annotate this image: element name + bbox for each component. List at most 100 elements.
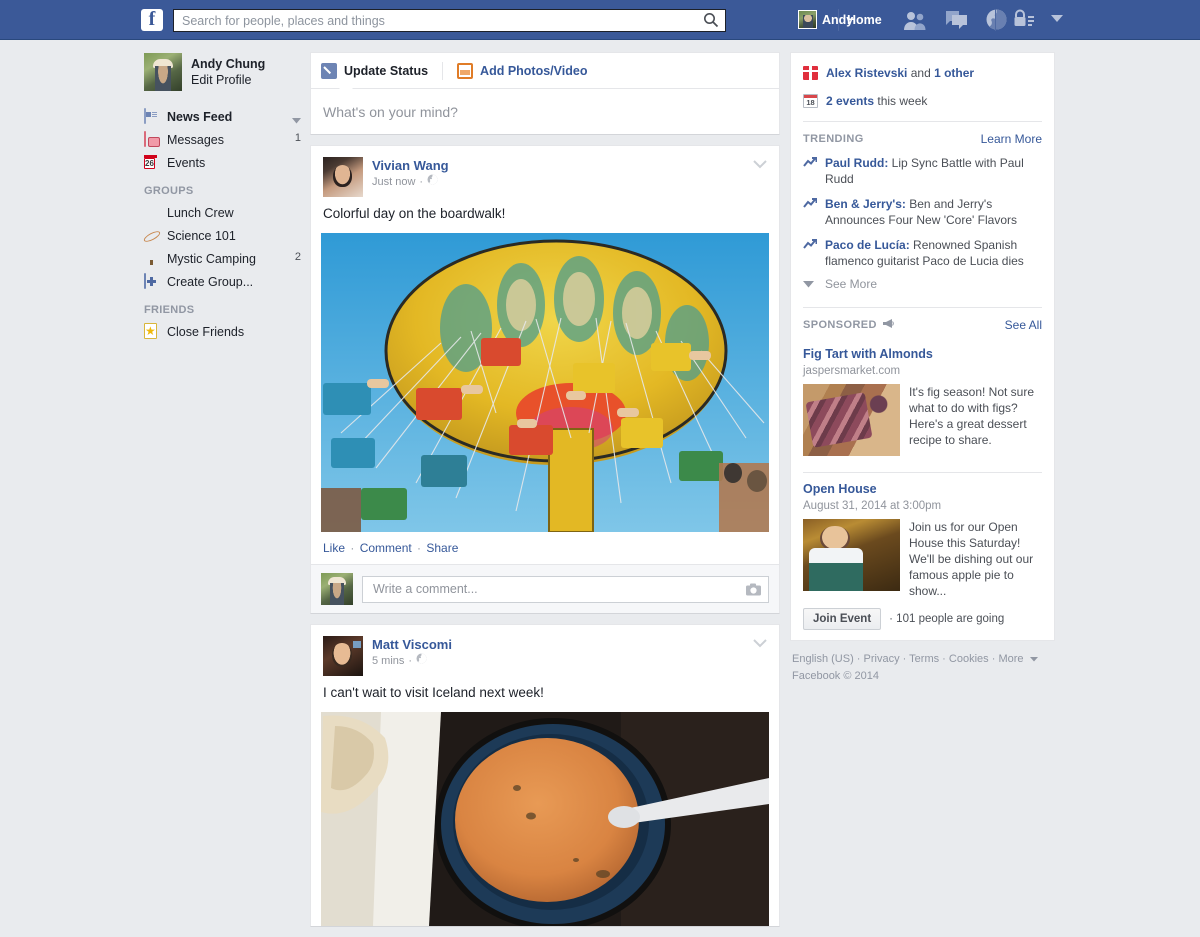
news-feed-icon bbox=[144, 107, 160, 125]
public-globe-icon[interactable] bbox=[427, 174, 438, 190]
events-count-link[interactable]: 2 events bbox=[826, 94, 874, 108]
share-button[interactable]: Share bbox=[426, 541, 458, 555]
privacy-lock-icon[interactable] bbox=[1013, 8, 1035, 31]
sidebar-item-create-group[interactable]: Create Group... bbox=[141, 270, 301, 293]
post-header: Matt Viscomi 5 mins · bbox=[311, 625, 779, 676]
search-bar[interactable] bbox=[173, 9, 726, 32]
sidebar-item-messages[interactable]: Messages 1 bbox=[141, 128, 301, 151]
footer-link-more[interactable]: More bbox=[998, 653, 1023, 665]
sidebar-profile[interactable]: Andy Chung Edit Profile bbox=[141, 52, 301, 91]
friend-requests-icon[interactable] bbox=[903, 9, 927, 34]
ad-attendee-count: · 101 people are going bbox=[889, 613, 1005, 625]
trending-arrow-icon bbox=[803, 198, 818, 228]
post-options-chevron-down-icon[interactable] bbox=[753, 158, 767, 172]
comment-input[interactable] bbox=[371, 576, 760, 602]
ad-image[interactable] bbox=[803, 519, 900, 591]
trending-item[interactable]: Ben & Jerry's: Ben and Jerry's Announces… bbox=[791, 193, 1054, 234]
post-options-chevron-down-icon[interactable] bbox=[753, 637, 767, 651]
footer-copyright: Facebook © 2014 bbox=[792, 670, 879, 682]
avatar[interactable] bbox=[323, 636, 363, 676]
sidebar-item-label: Mystic Camping bbox=[167, 251, 256, 266]
see-more-button[interactable]: See More bbox=[791, 275, 1054, 301]
tab-update-status[interactable]: Update Status bbox=[321, 53, 428, 88]
public-globe-icon[interactable] bbox=[416, 653, 427, 669]
post-author-name[interactable]: Matt Viscomi bbox=[372, 636, 452, 653]
sidebar-edit-profile-link[interactable]: Edit Profile bbox=[191, 72, 265, 89]
sponsored-ad[interactable]: Fig Tart with Almonds jaspersmarket.com … bbox=[791, 338, 1054, 466]
trending-item[interactable]: Paco de Lucía: Renowned Spanish flamenco… bbox=[791, 234, 1054, 275]
chevron-down-icon[interactable] bbox=[292, 113, 301, 127]
post-photo-carousel[interactable] bbox=[321, 233, 769, 532]
chevron-down-icon[interactable] bbox=[1027, 653, 1038, 665]
trending-topic[interactable]: Paul Rudd: bbox=[825, 156, 888, 170]
ad-image[interactable] bbox=[803, 384, 900, 456]
sidebar-item-count: 2 bbox=[294, 251, 301, 263]
search-icon[interactable] bbox=[701, 12, 721, 30]
notifications-globe-icon[interactable] bbox=[985, 8, 1008, 34]
footer-link-terms[interactable]: Terms bbox=[909, 653, 939, 665]
sidebar-item-science-101[interactable]: Science 101 bbox=[141, 224, 301, 247]
ad-title[interactable]: Fig Tart with Almonds bbox=[803, 346, 1042, 363]
trending-item[interactable]: Paul Rudd: Lip Sync Battle with Paul Rud… bbox=[791, 152, 1054, 193]
pencil-icon bbox=[321, 62, 337, 79]
sidebar-item-label: Close Friends bbox=[167, 324, 245, 339]
post-header: Vivian Wang Just now · bbox=[311, 146, 779, 197]
rail-card: Alex Ristevski and 1 other 18 2 events t… bbox=[790, 52, 1055, 641]
sidebar-item-mystic-camping[interactable]: Mystic Camping 2 bbox=[141, 247, 301, 270]
sidebar-item-label: Create Group... bbox=[167, 274, 254, 289]
sidebar-item-events[interactable]: 26 Events bbox=[141, 151, 301, 174]
nav-home-link[interactable]: Home bbox=[847, 13, 882, 27]
account-chevron-down-icon[interactable] bbox=[1049, 12, 1065, 27]
birthday-person-link[interactable]: Alex Ristevski bbox=[826, 66, 907, 80]
footer-links: English (US) · Privacy · Terms · Cookies… bbox=[790, 641, 1055, 685]
post-timestamp[interactable]: 5 mins bbox=[372, 653, 404, 669]
sidebar-item-label: Events bbox=[167, 155, 206, 170]
comment-composer bbox=[311, 565, 779, 613]
events-calendar-icon: 26 bbox=[144, 157, 155, 169]
sidebar-item-close-friends[interactable]: ★ Close Friends bbox=[141, 320, 301, 343]
avatar[interactable] bbox=[323, 157, 363, 197]
left-sidebar: Andy Chung Edit Profile News Feed Messag… bbox=[141, 52, 301, 343]
flower-icon bbox=[144, 205, 160, 221]
trending-topic[interactable]: Ben & Jerry's: bbox=[825, 197, 906, 211]
sidebar-item-label: Messages bbox=[167, 132, 224, 147]
see-all-link[interactable]: See All bbox=[1005, 318, 1042, 332]
facebook-logo-icon[interactable]: f bbox=[141, 9, 163, 31]
sponsored-label: SPONSORED bbox=[803, 318, 895, 332]
learn-more-link[interactable]: Learn More bbox=[981, 132, 1042, 146]
comment-button[interactable]: Comment bbox=[360, 541, 412, 555]
avatar bbox=[321, 573, 353, 605]
post-timestamp[interactable]: Just now bbox=[372, 174, 415, 190]
status-composer: Update Status Add Photos/Video What's on… bbox=[310, 52, 780, 135]
post-author-name[interactable]: Vivian Wang bbox=[372, 157, 449, 174]
ad-title[interactable]: Open House bbox=[803, 481, 1042, 498]
post-photo-soup[interactable] bbox=[321, 712, 769, 926]
ad-body: Join us for our Open House this Saturday… bbox=[803, 519, 1042, 599]
composer-tab-bar: Update Status Add Photos/Video bbox=[311, 53, 779, 89]
tree-icon bbox=[144, 251, 160, 267]
right-rail: Alex Ristevski and 1 other 18 2 events t… bbox=[790, 52, 1055, 685]
post: Matt Viscomi 5 mins · I can't wait to vi… bbox=[310, 624, 780, 927]
like-button[interactable]: Like bbox=[323, 541, 345, 555]
tab-add-photos-video[interactable]: Add Photos/Video bbox=[457, 53, 587, 88]
footer-link-privacy[interactable]: Privacy bbox=[864, 653, 900, 665]
ad-copy: Join us for our Open House this Saturday… bbox=[909, 520, 1034, 598]
comment-input-wrapper[interactable] bbox=[362, 575, 769, 603]
messages-icon[interactable] bbox=[944, 9, 968, 34]
sidebar-item-lunch-crew[interactable]: Lunch Crew bbox=[141, 201, 301, 224]
sidebar-item-news-feed[interactable]: News Feed bbox=[141, 105, 301, 128]
birthday-notice[interactable]: Alex Ristevski and 1 other bbox=[791, 59, 1054, 87]
join-event-button[interactable]: Join Event bbox=[803, 608, 882, 630]
footer-link-cookies[interactable]: Cookies bbox=[949, 653, 989, 665]
trending-topic[interactable]: Paco de Lucía: bbox=[825, 238, 910, 252]
trending-arrow-icon bbox=[803, 239, 818, 269]
camera-icon[interactable] bbox=[746, 583, 761, 599]
events-notice[interactable]: 18 2 events this week bbox=[791, 87, 1054, 115]
status-input[interactable]: What's on your mind? bbox=[311, 89, 779, 134]
footer-link-language[interactable]: English (US) bbox=[792, 653, 854, 665]
nav-profile-link[interactable]: Andy bbox=[798, 10, 853, 29]
sponsored-ad[interactable]: Open House August 31, 2014 at 3:00pm Joi… bbox=[791, 473, 1054, 640]
search-input[interactable] bbox=[174, 10, 699, 31]
nav-icon-group bbox=[903, 8, 1008, 34]
post-text: I can't wait to visit Iceland next week! bbox=[323, 685, 544, 700]
